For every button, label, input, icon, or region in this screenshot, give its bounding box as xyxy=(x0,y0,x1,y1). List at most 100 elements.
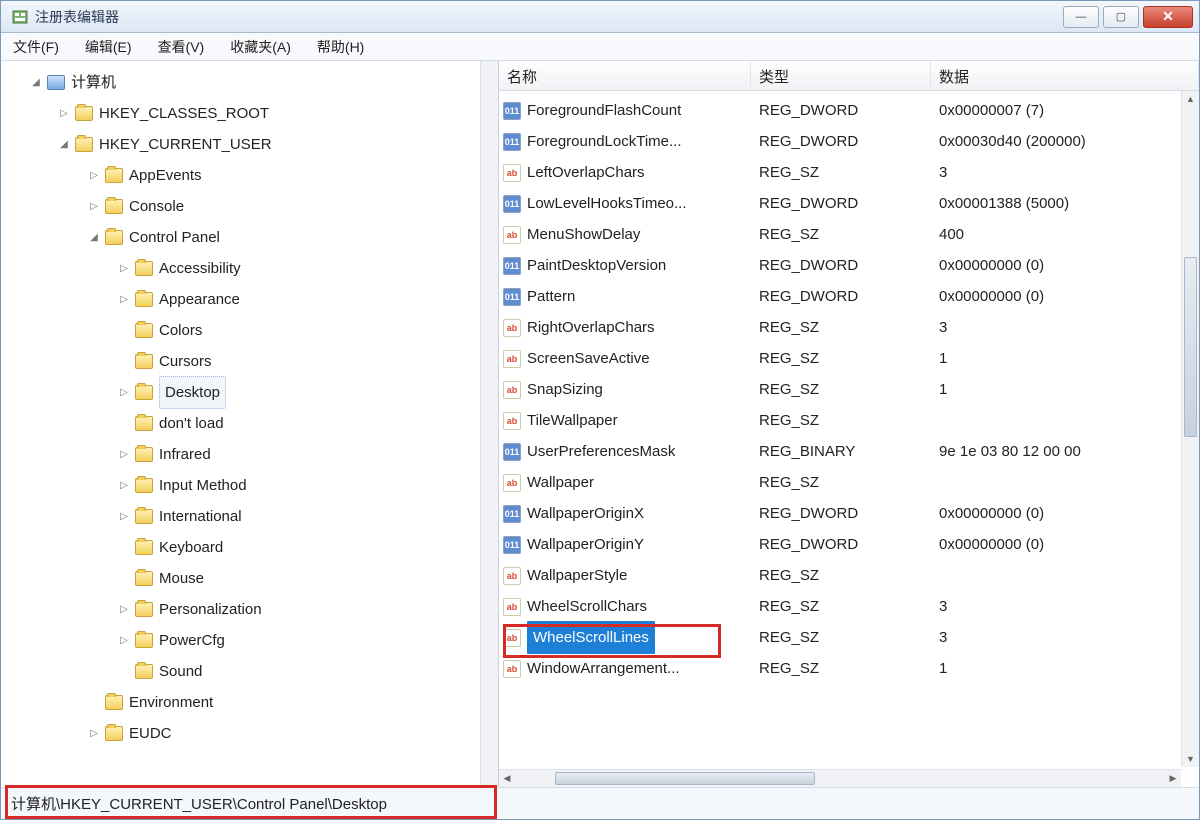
tree-item[interactable]: ▷ Personalization xyxy=(9,594,498,625)
folder-icon xyxy=(135,633,153,648)
expand-icon[interactable]: ▷ xyxy=(87,160,101,191)
horizontal-scrollbar[interactable]: ◀ ▶ xyxy=(499,769,1181,787)
registry-value-row[interactable]: 011110PatternREG_DWORD0x00000000 (0) xyxy=(499,281,1199,312)
tree-item[interactable]: ▷Desktop xyxy=(9,377,498,408)
tree-item[interactable]: ▷PowerCfg xyxy=(9,625,498,656)
registry-value-row[interactable]: 011110WallpaperOriginXREG_DWORD0x0000000… xyxy=(499,498,1199,529)
maximize-button[interactable]: ▢ xyxy=(1103,6,1139,28)
tree-item[interactable]: Colors xyxy=(9,315,498,346)
value-data: 0x00030d40 (200000) xyxy=(931,126,1199,157)
content-area: ◢ 计算机 ▷HKEY_CLASSES_ROOT◢HKEY_CURRENT_US… xyxy=(1,61,1199,787)
registry-value-row[interactable]: 011110WallpaperOriginYREG_DWORD0x0000000… xyxy=(499,529,1199,560)
scroll-down-icon[interactable]: ▼ xyxy=(1183,751,1199,767)
tree-item[interactable]: don't load xyxy=(9,408,498,439)
computer-icon xyxy=(47,75,65,90)
tree-item[interactable]: ▷Appearance xyxy=(9,284,498,315)
close-button[interactable]: ✕ xyxy=(1143,6,1193,28)
tree-item[interactable]: ▷HKEY_CLASSES_ROOT xyxy=(9,98,498,129)
registry-value-row[interactable]: 011110UserPreferencesMaskREG_BINARY9e 1e… xyxy=(499,436,1199,467)
registry-value-row[interactable]: abScreenSaveActiveREG_SZ1 xyxy=(499,343,1199,374)
menu-view[interactable]: 查看(V) xyxy=(152,33,211,61)
col-header-data[interactable]: 数据 xyxy=(931,61,1199,90)
expand-icon[interactable]: ▷ xyxy=(117,253,131,284)
registry-value-row[interactable]: abMenuShowDelayREG_SZ400 xyxy=(499,219,1199,250)
tree-item[interactable]: ▷Console xyxy=(9,191,498,222)
tree-item[interactable]: Environment xyxy=(9,687,498,718)
scroll-right-icon[interactable]: ▶ xyxy=(1165,773,1181,784)
menu-help[interactable]: 帮助(H) xyxy=(311,33,370,61)
registry-value-row[interactable]: abWallpaperStyleREG_SZ xyxy=(499,560,1199,591)
expand-icon[interactable]: ▷ xyxy=(117,470,131,501)
menu-file[interactable]: 文件(F) xyxy=(7,33,65,61)
registry-value-row[interactable]: abWheelScrollLinesREG_SZ3 xyxy=(499,622,1199,653)
value-name: LowLevelHooksTimeo... xyxy=(527,188,687,219)
folder-icon xyxy=(75,137,93,152)
titlebar[interactable]: 注册表编辑器 — ▢ ✕ xyxy=(1,1,1199,33)
folder-icon xyxy=(105,695,123,710)
tree-item[interactable]: ▷Accessibility xyxy=(9,253,498,284)
registry-value-row[interactable]: 011110ForegroundLockTime...REG_DWORD0x00… xyxy=(499,126,1199,157)
tree-item[interactable]: ◢HKEY_CURRENT_USER xyxy=(9,129,498,160)
tree-scrollbar[interactable] xyxy=(480,61,498,787)
expand-icon[interactable]: ▷ xyxy=(87,191,101,222)
registry-value-row[interactable]: abSnapSizingREG_SZ1 xyxy=(499,374,1199,405)
registry-value-row[interactable]: abWheelScrollCharsREG_SZ3 xyxy=(499,591,1199,622)
expand-icon[interactable]: ◢ xyxy=(29,67,43,98)
tree-root[interactable]: ◢ 计算机 xyxy=(9,67,498,98)
tree-item[interactable]: Sound xyxy=(9,656,498,687)
registry-value-row[interactable]: abTileWallpaperREG_SZ xyxy=(499,405,1199,436)
value-icon: 011110 xyxy=(503,102,521,120)
tree-item[interactable]: ▷AppEvents xyxy=(9,160,498,191)
value-icon: ab xyxy=(503,660,521,678)
tree-item[interactable]: Keyboard xyxy=(9,532,498,563)
value-type: REG_DWORD xyxy=(751,95,931,126)
value-icon: 011110 xyxy=(503,133,521,151)
scroll-up-icon[interactable]: ▲ xyxy=(1183,91,1199,107)
scroll-left-icon[interactable]: ◀ xyxy=(499,773,515,784)
scroll-thumb[interactable] xyxy=(1184,257,1197,437)
tree-item-label: don't load xyxy=(159,408,224,439)
vertical-scrollbar[interactable]: ▲ ▼ xyxy=(1181,91,1199,767)
expand-icon[interactable]: ▷ xyxy=(87,718,101,749)
value-data: 1 xyxy=(931,374,1199,405)
expand-icon[interactable]: ▷ xyxy=(117,625,131,656)
value-icon: ab xyxy=(503,350,521,368)
expand-icon[interactable]: ▷ xyxy=(117,284,131,315)
menu-favorites[interactable]: 收藏夹(A) xyxy=(224,33,297,61)
col-header-type[interactable]: 类型 xyxy=(751,61,931,90)
expand-icon[interactable]: ◢ xyxy=(87,222,101,253)
registry-value-row[interactable]: 011110LowLevelHooksTimeo...REG_DWORD0x00… xyxy=(499,188,1199,219)
tree-item[interactable]: Mouse xyxy=(9,563,498,594)
tree-item[interactable]: ▷EUDC xyxy=(9,718,498,749)
tree-item[interactable]: ▷International xyxy=(9,501,498,532)
value-type: REG_BINARY xyxy=(751,436,931,467)
tree-item[interactable]: ▷Input Method xyxy=(9,470,498,501)
tree-item[interactable]: ▷Infrared xyxy=(9,439,498,470)
registry-value-row[interactable]: abRightOverlapCharsREG_SZ3 xyxy=(499,312,1199,343)
tree-item[interactable]: Cursors xyxy=(9,346,498,377)
tree-item-label: Personalization xyxy=(159,594,262,625)
expand-icon[interactable]: ◢ xyxy=(57,129,71,160)
registry-value-row[interactable]: 011110PaintDesktopVersionREG_DWORD0x0000… xyxy=(499,250,1199,281)
expand-icon[interactable]: ▷ xyxy=(117,377,131,408)
menu-edit[interactable]: 编辑(E) xyxy=(79,33,138,61)
tree-pane[interactable]: ◢ 计算机 ▷HKEY_CLASSES_ROOT◢HKEY_CURRENT_US… xyxy=(1,61,499,787)
registry-value-row[interactable]: 011110ForegroundFlashCountREG_DWORD0x000… xyxy=(499,95,1199,126)
col-header-name[interactable]: 名称 xyxy=(499,61,751,90)
value-name: Wallpaper xyxy=(527,467,594,498)
value-type: REG_SZ xyxy=(751,157,931,188)
expand-icon[interactable]: ▷ xyxy=(117,501,131,532)
registry-value-row[interactable]: abWindowArrangement...REG_SZ1 xyxy=(499,653,1199,684)
expand-icon[interactable]: ▷ xyxy=(117,439,131,470)
expand-icon[interactable]: ▷ xyxy=(57,98,71,129)
value-icon: 011110 xyxy=(503,536,521,554)
scroll-thumb-h[interactable] xyxy=(555,772,815,785)
minimize-button[interactable]: — xyxy=(1063,6,1099,28)
list-body[interactable]: 011110ForegroundFlashCountREG_DWORD0x000… xyxy=(499,91,1199,787)
registry-value-row[interactable]: abWallpaperREG_SZ xyxy=(499,467,1199,498)
value-icon: ab xyxy=(503,226,521,244)
expand-icon[interactable]: ▷ xyxy=(117,594,131,625)
registry-value-row[interactable]: abLeftOverlapCharsREG_SZ3 xyxy=(499,157,1199,188)
list-pane[interactable]: 名称 类型 数据 011110ForegroundFlashCountREG_D… xyxy=(499,61,1199,787)
tree-item[interactable]: ◢Control Panel xyxy=(9,222,498,253)
